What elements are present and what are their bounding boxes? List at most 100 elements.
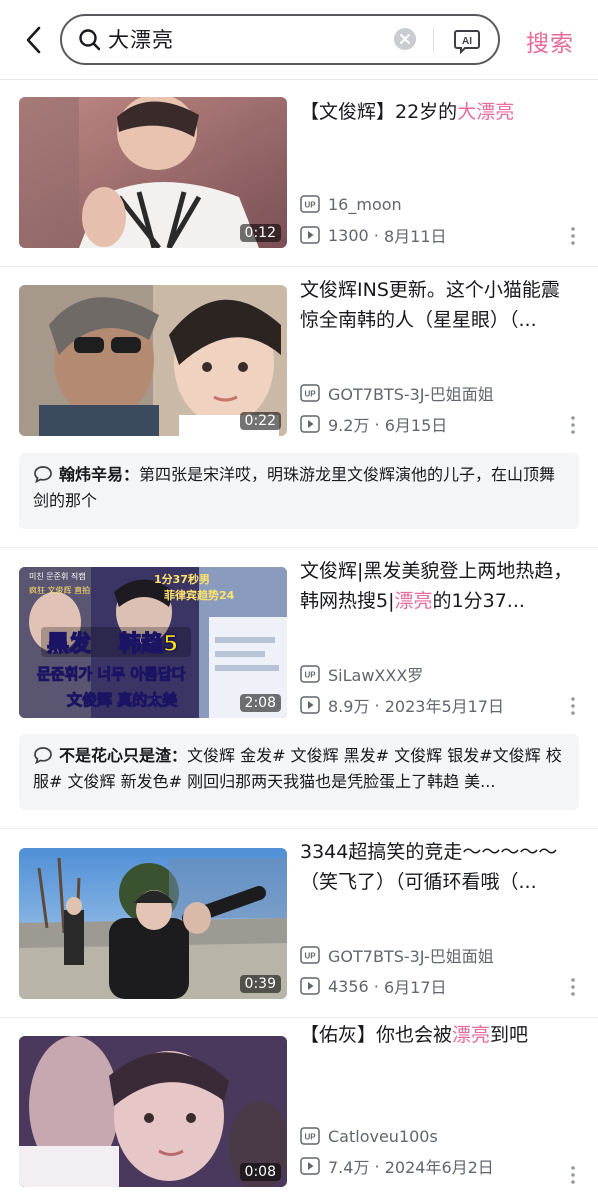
more-vertical-icon[interactable] xyxy=(568,976,578,998)
publish-date: 8月11日 xyxy=(383,227,447,246)
uploader-row[interactable]: UP Catloveu100s xyxy=(300,1125,438,1147)
up-badge-icon: UP xyxy=(300,665,320,683)
video-title[interactable]: 文俊辉INS更新。这个小猫能震惊全南韩的人（星星眼）（... xyxy=(300,275,578,337)
more-vertical-icon[interactable] xyxy=(568,1164,578,1186)
view-count: 7.4万 xyxy=(328,1158,370,1177)
video-thumbnail[interactable]: 0:39 xyxy=(19,848,287,999)
more-vertical-icon[interactable] xyxy=(568,225,578,247)
video-card[interactable]: 0:22 文俊辉INS更新。这个小猫能震惊全南韩的人（星星眼）（... UP G… xyxy=(0,267,598,548)
video-title[interactable]: 【文俊辉】22岁的大漂亮 xyxy=(300,97,578,157)
back-button[interactable] xyxy=(20,22,48,58)
thumb-time-stat: 1分37秒男 xyxy=(154,572,210,586)
search-header: AI 搜索 xyxy=(0,0,598,80)
uploader-row[interactable]: UP SiLawXXX罗 xyxy=(300,663,423,685)
search-box[interactable]: AI xyxy=(60,14,500,65)
stats-row: 9.2万 · 6月15日 xyxy=(300,413,447,435)
up-badge-icon: UP xyxy=(300,946,320,964)
top-comment[interactable]: 不是花心只是渣：文俊辉 金发# 文俊辉 黑发# 文俊辉 银发#文俊辉 校服# 文… xyxy=(19,734,579,810)
up-badge-icon: UP xyxy=(300,195,320,213)
comment-user: 翰炜辛易： xyxy=(59,465,140,484)
svg-text:UP: UP xyxy=(304,390,316,399)
search-icon xyxy=(79,29,101,51)
highlight-keyword: 大漂亮 xyxy=(457,101,515,123)
publish-date: 6月15日 xyxy=(384,416,448,435)
play-count-icon xyxy=(300,415,320,433)
video-card[interactable]: 0:08 【佑灰】你也会被漂亮到吧 UP Catloveu100s 7.4万 ·… xyxy=(0,1018,598,1200)
comment-bubble-icon xyxy=(34,466,52,483)
video-card[interactable]: 0:12 【文俊辉】22岁的大漂亮 UP 16_moon 1300 · 8月11… xyxy=(0,80,598,267)
video-title[interactable]: 文俊辉|黑发美貌登上两地热趋，韩网热搜5|漂亮的1分37... xyxy=(300,556,578,618)
thumb-tags: 疯狂 文俊辉 直拍 xyxy=(29,585,90,595)
video-thumbnail[interactable]: 0:08 xyxy=(19,1036,287,1187)
video-title[interactable]: 【佑灰】你也会被漂亮到吧 xyxy=(300,1020,578,1052)
uploader-name: Catloveu100s xyxy=(328,1126,438,1146)
uploader-name: SiLawXXX罗 xyxy=(328,666,424,685)
video-card[interactable]: 0:39 3344超搞笑的竞走～～～～～（笑飞了）（可循环看哦（... UP G… xyxy=(0,829,598,1018)
uploader-row[interactable]: UP GOT7BTS-3J-巴姐面姐 xyxy=(300,944,494,966)
video-thumbnail[interactable]: 1分37秒男 菲律宾趋势24 미친 문준휘 직캠 疯狂 文俊辉 直拍 黑发 韩趋… xyxy=(19,567,287,718)
stats-row: 1300 · 8月11日 xyxy=(300,224,447,246)
view-count: 4356 xyxy=(328,976,369,996)
search-divider xyxy=(433,28,434,52)
top-comment[interactable]: 翰炜辛易：第四张是宋洋哎，明珠游龙里文俊辉演他的儿子，在山顶舞剑的那个 xyxy=(19,453,579,529)
video-duration: 0:22 xyxy=(239,412,281,430)
play-count-icon xyxy=(300,226,320,244)
search-submit-button[interactable]: 搜索 xyxy=(526,24,574,58)
thumb-korean: 문준휘가 너무 아름답다 xyxy=(37,665,186,683)
more-vertical-icon[interactable] xyxy=(568,414,578,436)
uploader-row[interactable]: UP GOT7BTS-3J-巴姐面姐 xyxy=(300,382,494,404)
ai-icon: AI xyxy=(454,30,480,55)
highlight-keyword: 漂亮 xyxy=(452,1024,491,1046)
meta-separator: · xyxy=(368,225,384,245)
publish-date: 6月17日 xyxy=(383,978,447,997)
video-thumbnail[interactable]: 0:12 xyxy=(19,97,287,248)
svg-text:UP: UP xyxy=(304,1133,316,1142)
svg-text:UP: UP xyxy=(304,201,316,210)
meta-separator: · xyxy=(369,414,385,434)
meta-separator: · xyxy=(368,976,384,996)
thumb-korean-top: 미친 문준휘 직캠 xyxy=(29,571,86,581)
video-duration: 0:39 xyxy=(239,975,281,993)
thumb-bottom-text: 文俊辉 真的太美 xyxy=(67,691,178,709)
meta-separator: · xyxy=(369,695,385,715)
svg-text:UP: UP xyxy=(304,952,316,961)
comment-bubble-icon xyxy=(34,747,52,764)
stats-row: 7.4万 · 2024年6月2日 xyxy=(300,1155,494,1177)
video-thumbnail[interactable]: 0:22 xyxy=(19,285,287,436)
stats-row: 8.9万 · 2023年5月17日 xyxy=(300,694,504,716)
ai-search-button[interactable]: AI xyxy=(453,28,481,55)
stats-row: 4356 · 6月17日 xyxy=(300,975,447,997)
thumb-hot-rank: 韩趋5 xyxy=(119,631,178,657)
video-duration: 0:08 xyxy=(239,1163,281,1181)
view-count: 9.2万 xyxy=(328,416,370,435)
chevron-left-icon xyxy=(26,26,41,54)
thumb-black-hair: 黑发 xyxy=(47,631,92,657)
video-title[interactable]: 3344超搞笑的竞走～～～～～（笑飞了）（可循环看哦（... xyxy=(300,837,578,899)
clear-search-button[interactable] xyxy=(394,28,416,50)
video-duration: 0:12 xyxy=(239,224,281,242)
thumb-trend-text: 菲律宾趋势24 xyxy=(164,588,235,602)
video-duration: 2:08 xyxy=(239,694,281,712)
svg-text:UP: UP xyxy=(304,671,316,680)
view-count: 8.9万 xyxy=(328,697,370,716)
highlight-keyword: 漂亮 xyxy=(394,590,433,612)
comment-user: 不是花心只是渣： xyxy=(59,746,188,765)
uploader-row[interactable]: UP 16_moon xyxy=(300,193,402,215)
publish-date: 2023年5月17日 xyxy=(384,697,504,716)
uploader-name: 16_moon xyxy=(328,194,402,214)
play-count-icon xyxy=(300,977,320,995)
search-input[interactable] xyxy=(108,27,378,51)
play-count-icon xyxy=(300,1157,320,1175)
publish-date: 2024年6月2日 xyxy=(384,1158,494,1177)
clear-icon xyxy=(400,34,410,44)
uploader-name: GOT7BTS-3J-巴姐面姐 xyxy=(328,947,494,966)
more-vertical-icon[interactable] xyxy=(568,695,578,717)
up-badge-icon: UP xyxy=(300,384,320,402)
meta-separator: · xyxy=(369,1156,385,1176)
view-count: 1300 xyxy=(328,225,369,245)
search-results-list: 0:12 【文俊辉】22岁的大漂亮 UP 16_moon 1300 · 8月11… xyxy=(0,80,598,1200)
video-card[interactable]: 1分37秒男 菲律宾趋势24 미친 문준휘 직캠 疯狂 文俊辉 直拍 黑发 韩趋… xyxy=(0,548,598,829)
uploader-name: GOT7BTS-3J-巴姐面姐 xyxy=(328,385,494,404)
play-count-icon xyxy=(300,696,320,714)
up-badge-icon: UP xyxy=(300,1127,320,1145)
